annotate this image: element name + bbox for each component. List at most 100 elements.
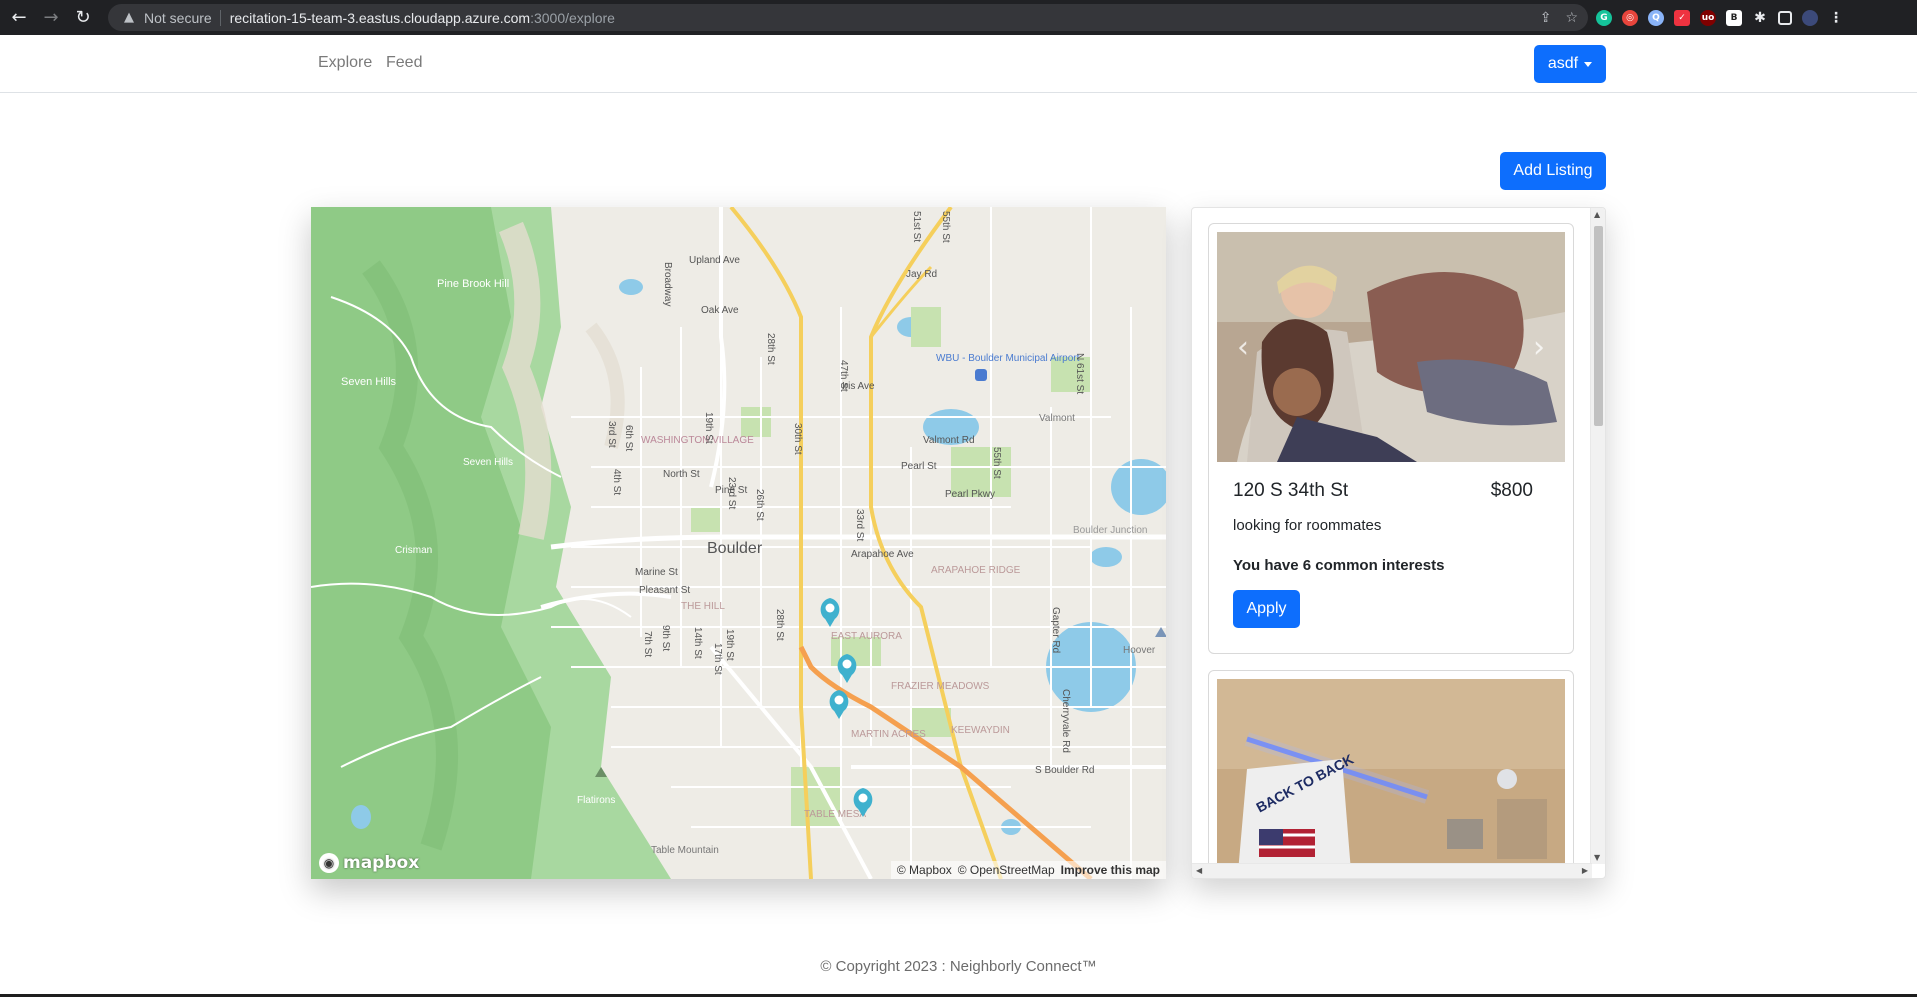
map-label: Valmont [1039, 413, 1075, 424]
scroll-left-arrow-icon[interactable]: ◀ [1196, 866, 1202, 875]
pocket-extension-icon[interactable]: ✓ [1674, 10, 1690, 26]
scroll-right-arrow-icon[interactable]: ▶ [1582, 866, 1588, 875]
map-label: MARTIN ACRES [851, 729, 926, 740]
ublock-extension-icon[interactable]: uo [1700, 10, 1716, 26]
carousel-prev-icon[interactable]: ‹ [1231, 330, 1255, 365]
side-panel-icon[interactable] [1778, 11, 1792, 25]
bookmark-star-icon[interactable]: ☆ [1565, 10, 1578, 26]
map-label: EAST AURORA [831, 631, 902, 642]
map-label: Boulder [707, 540, 763, 557]
address-bar[interactable]: ▲ Not secure recitation-15-team-3.eastus… [108, 4, 1588, 31]
map-label: 19th St [724, 629, 735, 661]
map-label: Table Mountain [651, 845, 719, 856]
nav-explore-link[interactable]: Explore [318, 54, 372, 72]
scrollbar-thumb[interactable] [1594, 226, 1603, 426]
map-label: North St [663, 469, 700, 480]
url-host: recitation-15-team-3.eastus.cloudapp.azu… [229, 9, 531, 26]
map-label: Pine Brook Hill [437, 278, 509, 290]
map-label: Oak Ave [701, 305, 739, 316]
listing-photo-carousel[interactable]: BACK TO BACK [1217, 679, 1565, 878]
map-label: KEEWAYDIN [951, 725, 1010, 736]
listing-photo-carousel[interactable]: ‹ › [1217, 232, 1565, 462]
map-label: Broadway [662, 262, 673, 306]
map-label: 23rd St [726, 477, 737, 509]
listing-description: looking for roommates [1233, 517, 1382, 534]
listing-photo [1217, 232, 1565, 462]
share-icon[interactable]: ⇪ [1540, 10, 1552, 26]
listing-address: 120 S 34th St [1233, 480, 1349, 501]
map-label: Hoover [1123, 645, 1156, 656]
map-label: 26th St [754, 489, 765, 521]
horizontal-scrollbar[interactable]: ◀ ▶ [1192, 863, 1592, 878]
kebab-menu-icon[interactable]: ⋮ [1828, 10, 1844, 26]
attribution-mapbox-link[interactable]: © Mapbox [897, 863, 952, 877]
map-label: Pleasant St [639, 585, 690, 596]
map-label: Seven Hills [341, 376, 397, 388]
user-menu-button[interactable]: asdf [1534, 45, 1606, 83]
b-extension-icon[interactable]: B [1726, 10, 1742, 26]
map-label: 47th St [838, 360, 849, 392]
reload-icon[interactable]: ↻ [66, 0, 100, 34]
apply-button[interactable]: Apply [1233, 590, 1300, 628]
omnibox-divider [219, 9, 221, 26]
map-label: THE HILL [681, 601, 725, 612]
vertical-scrollbar[interactable]: ▲ ▼ [1590, 208, 1605, 864]
back-arrow-icon[interactable]: ← [2, 0, 36, 34]
map-label: 7th St [642, 631, 653, 657]
map-label: FRAZIER MEADOWS [891, 681, 990, 692]
map-label: WBU - Boulder Municipal Airport [936, 353, 1080, 364]
map-label: 9th St [660, 625, 671, 651]
map-attribution: © Mapbox © OpenStreetMap Improve this ma… [890, 861, 1166, 879]
map-label: Valmont Rd [923, 435, 975, 446]
map-canvas[interactable]: Upland Ave Jay Rd Oak Ave Iris Ave WBU -… [311, 207, 1166, 879]
map-label: WASHINGTON VILLAGE [641, 435, 754, 446]
map-label: 4th St [611, 469, 622, 495]
map-label: Seven Hills [463, 457, 513, 468]
listing-photo: BACK TO BACK [1217, 679, 1565, 878]
map-label: 28th St [765, 333, 776, 365]
scroll-up-arrow-icon[interactable]: ▲ [1594, 210, 1600, 219]
map-label: S Boulder Rd [1035, 765, 1094, 776]
security-label: Not secure [144, 9, 212, 26]
map-label: Pearl Pkwy [945, 489, 995, 500]
attribution-osm-link[interactable]: © OpenStreetMap [958, 863, 1055, 877]
nav-feed-link[interactable]: Feed [386, 54, 422, 72]
listings-panel[interactable]: ‹ › 120 S 34th St $800 looking for roomm… [1191, 207, 1606, 879]
scroll-down-arrow-icon[interactable]: ▼ [1594, 853, 1600, 862]
warning-icon: ▲ [124, 10, 134, 25]
map-label: Crisman [395, 545, 432, 556]
map-view[interactable]: Upland Ave Jay Rd Oak Ave Iris Ave WBU -… [311, 207, 1166, 879]
map-label: Arapahoe Ave [851, 549, 914, 560]
common-interests-text: You have 6 common interests [1233, 557, 1445, 574]
map-label: Cherryvale Rd [1060, 689, 1071, 753]
map-label: 30th St [792, 423, 803, 455]
app-navbar: Explore Feed asdf [0, 35, 1917, 93]
profile-avatar[interactable] [1802, 10, 1818, 26]
map-label: ARAPAHOE RIDGE [931, 565, 1021, 576]
mapbox-logo[interactable]: ◉ mapbox [319, 853, 419, 873]
footer-copyright: © Copyright 2023 : Neighborly Connect™ [820, 958, 1097, 975]
map-label: 55th St [991, 447, 1002, 479]
extensions-bar: G ◎ Q ✓ uo B ✱ ⋮ [1596, 6, 1844, 30]
add-listing-button[interactable]: Add Listing [1500, 152, 1606, 190]
forward-arrow-icon[interactable]: → [34, 0, 68, 34]
listing-card: ‹ › 120 S 34th St $800 looking for roomm… [1208, 223, 1574, 654]
puzzle-extensions-icon[interactable]: ✱ [1752, 10, 1768, 26]
carousel-next-icon[interactable]: › [1527, 330, 1551, 365]
browser-toolbar: ← → ↻ ▲ Not secure recitation-15-team-3.… [0, 0, 1917, 35]
map-label: 14th St [692, 627, 703, 659]
listing-price: $800 [1490, 480, 1533, 501]
map-label: Flatirons [577, 795, 615, 806]
map-label: Pearl St [901, 461, 937, 472]
target-extension-icon[interactable]: ◎ [1622, 10, 1638, 26]
map-label: Marine St [635, 567, 678, 578]
caret-down-icon [1584, 61, 1593, 67]
map-label: 6th St [623, 425, 634, 451]
map-label: Upland Ave [689, 255, 740, 266]
map-label: TABLE MESA [804, 809, 866, 820]
map-label: Jay Rd [906, 269, 937, 280]
search-extension-icon[interactable]: Q [1648, 10, 1664, 26]
user-menu-label: asdf [1547, 55, 1579, 72]
improve-map-link[interactable]: Improve this map [1061, 863, 1160, 877]
grammarly-extension-icon[interactable]: G [1596, 10, 1612, 26]
